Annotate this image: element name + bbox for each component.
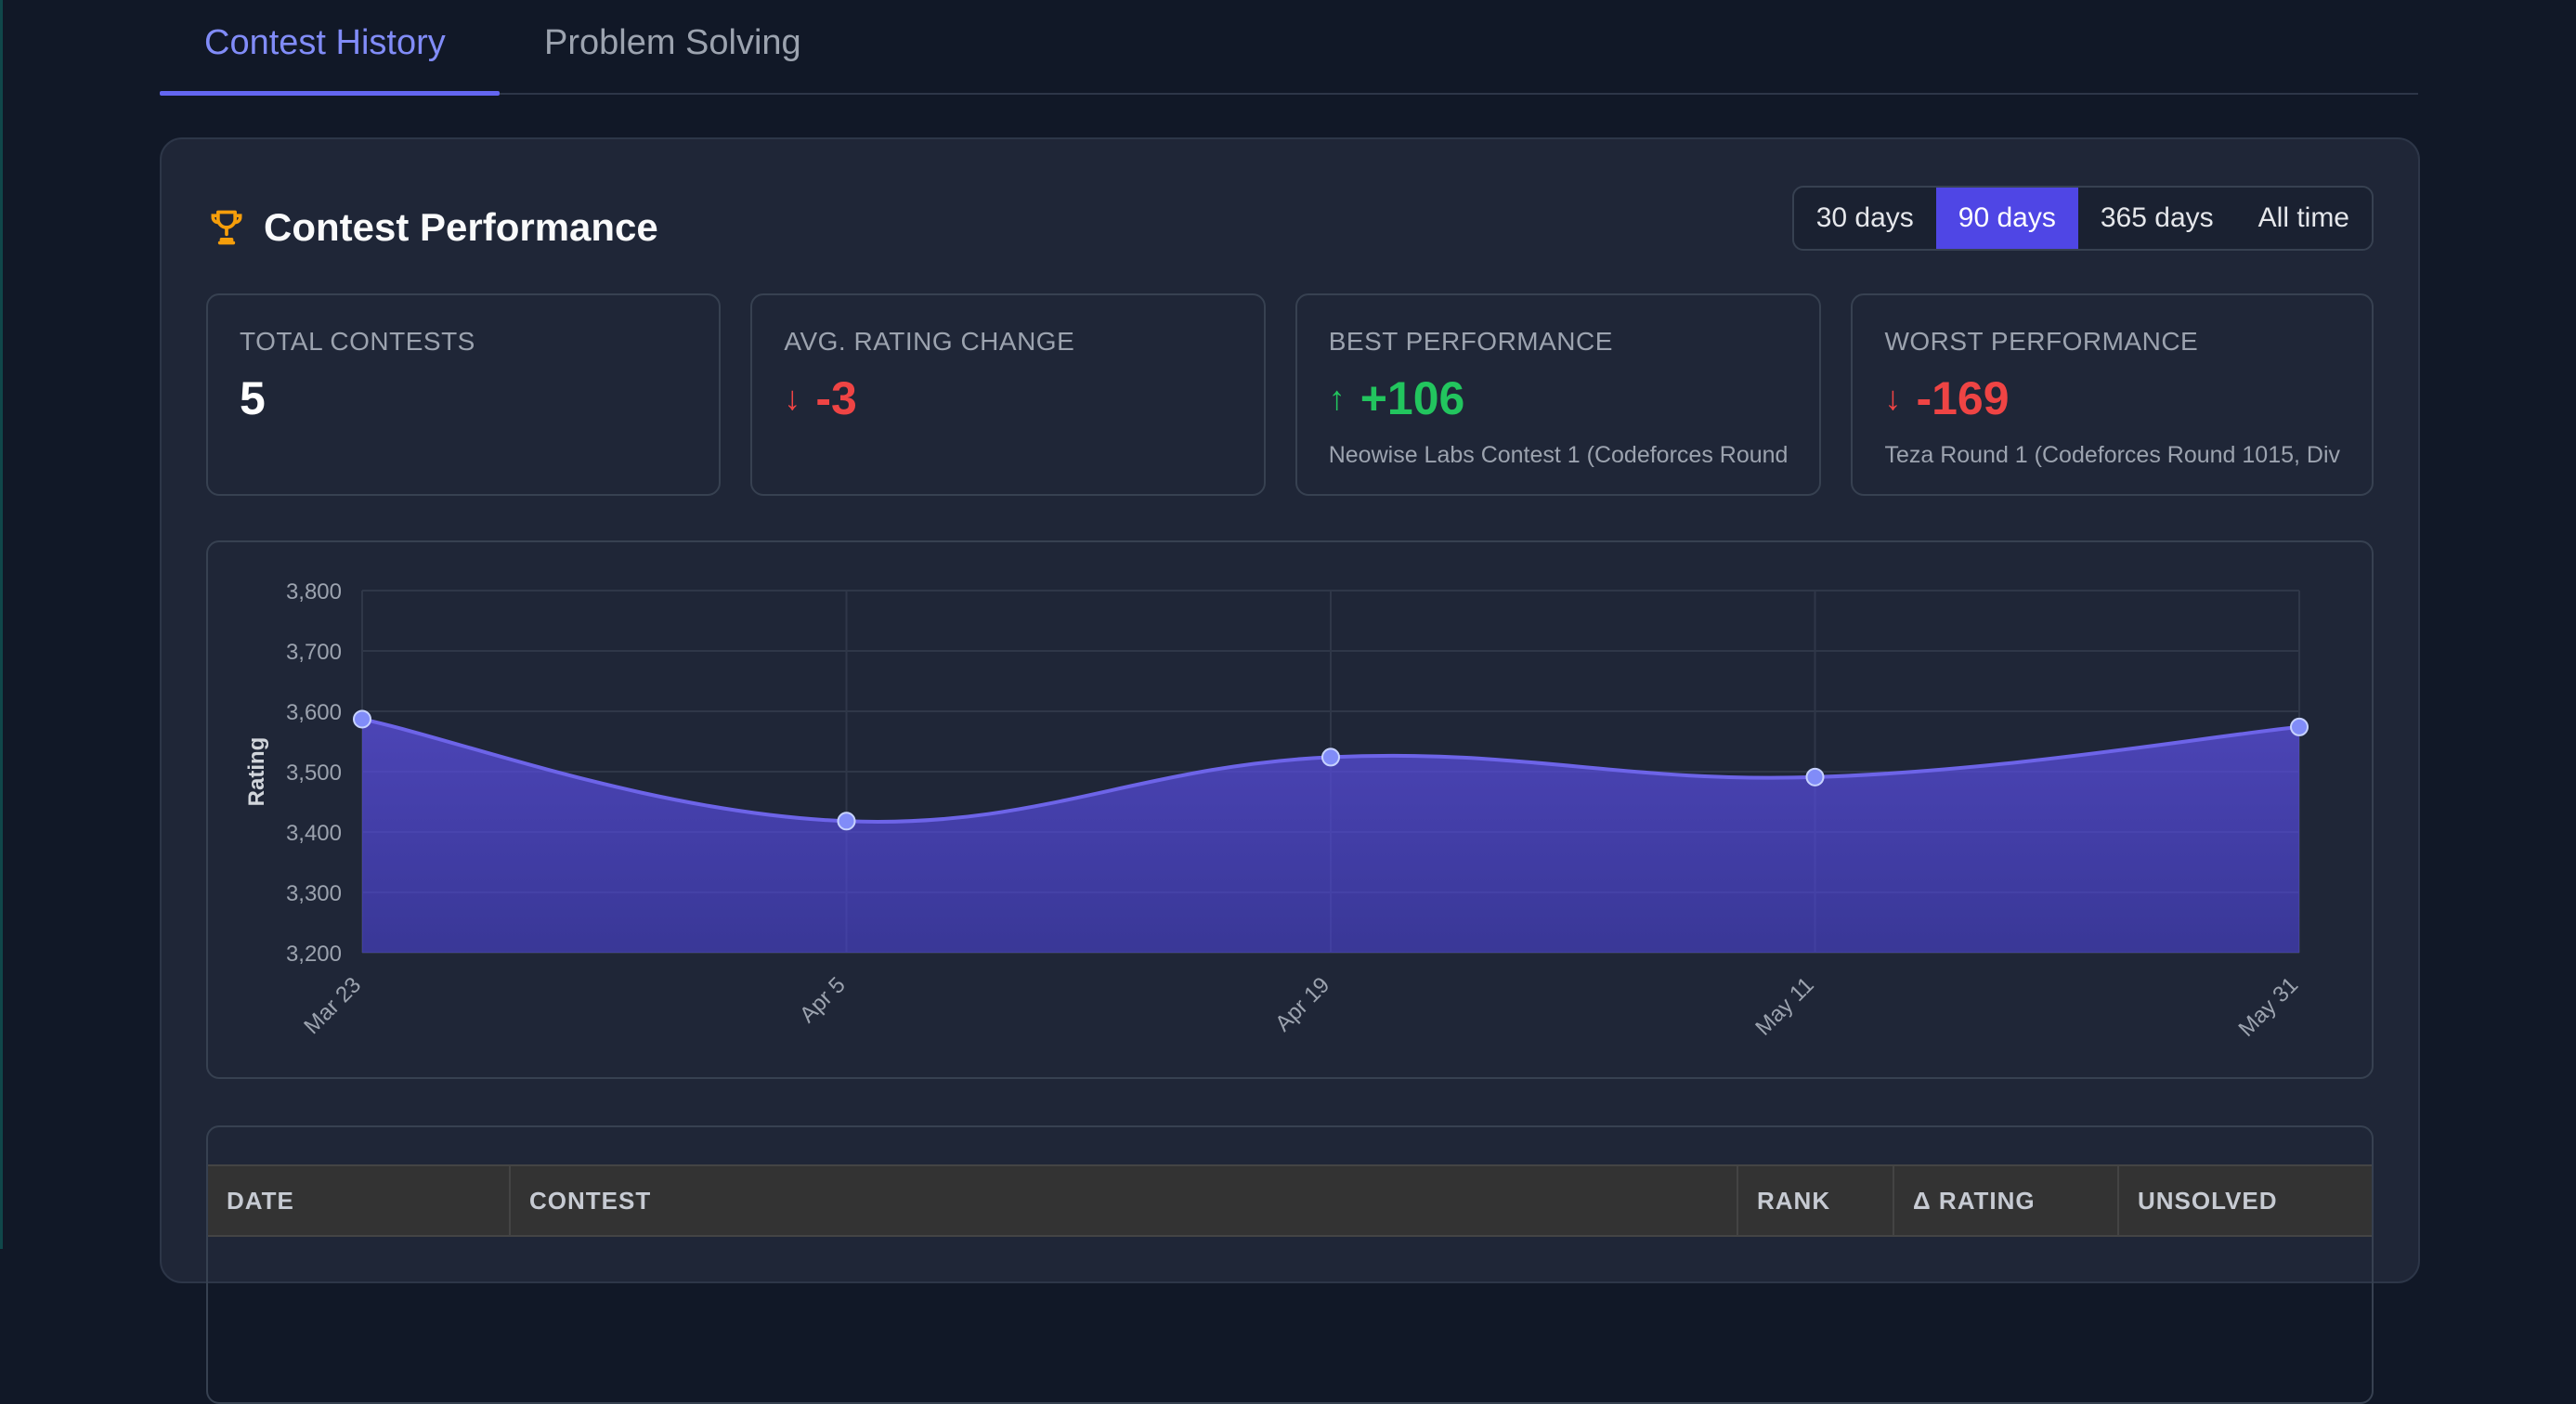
table-header: DATE CONTEST RANK Δ RATING UNSOLVED: [208, 1164, 2372, 1237]
stat-label: AVG. RATING CHANGE: [784, 327, 1075, 356]
y-tick-label: 3,400: [286, 821, 342, 846]
tab-bar: Contest History Problem Solving: [160, 0, 2418, 96]
y-tick-label: 3,200: [286, 942, 342, 967]
arrow-down-icon: ↓: [1884, 379, 1902, 417]
stat-value: 5: [240, 372, 266, 424]
y-tick-label: 3,700: [286, 640, 342, 665]
contest-table: DATE CONTEST RANK Δ RATING UNSOLVED: [206, 1125, 2374, 1404]
column-date[interactable]: DATE: [208, 1166, 511, 1235]
rating-chart: 3,200 3,300 3,400 3,500 3,600 3,700 3,800 Mar 2…: [206, 540, 2374, 1079]
stat-value: ↓ -3: [784, 372, 857, 424]
stat-value: ↑ +106: [1328, 372, 1465, 424]
range-30-days[interactable]: 30 days: [1794, 188, 1936, 249]
range-365-days[interactable]: 365 days: [2078, 188, 2236, 249]
x-tick-label: Apr 19: [1270, 972, 1334, 1036]
panel-heading: Contest Performance: [206, 195, 658, 260]
range-90-days[interactable]: 90 days: [1935, 188, 2078, 249]
arrow-down-icon: ↓: [784, 379, 801, 417]
y-tick-label: 3,600: [286, 700, 342, 725]
column-rating-change[interactable]: Δ RATING: [1894, 1166, 2119, 1235]
stat-avg-rating-change: AVG. RATING CHANGE ↓ -3: [750, 293, 1266, 496]
data-point: [1321, 748, 1340, 767]
stats-cards: TOTAL CONTESTS 5 AVG. RATING CHANGE ↓ -3…: [206, 293, 2374, 496]
x-tick-label: May 31: [2233, 972, 2303, 1042]
column-rank[interactable]: RANK: [1738, 1166, 1894, 1235]
stat-label: BEST PERFORMANCE: [1328, 327, 1613, 356]
stat-value: ↓ -169: [1884, 372, 2010, 424]
x-tick-label: Apr 5: [795, 972, 851, 1028]
stat-label: WORST PERFORMANCE: [1884, 327, 2199, 356]
data-point: [1805, 767, 1825, 786]
stat-contest-name: Teza Round 1 (Codeforces Round 1015, Div: [1884, 442, 2341, 468]
stat-total-contests: TOTAL CONTESTS 5: [206, 293, 722, 496]
y-tick-label: 3,800: [286, 579, 342, 604]
x-tick-label: Mar 23: [299, 972, 366, 1039]
stat-best-performance: BEST PERFORMANCE ↑ +106 Neowise Labs Con…: [1295, 293, 1822, 496]
trophy-icon: [211, 210, 242, 245]
y-tick-label: 3,300: [286, 881, 342, 906]
data-point: [837, 812, 856, 831]
tab-problem-solving[interactable]: Problem Solving: [544, 0, 801, 93]
time-range-selector: 30 days 90 days 365 days All time: [1791, 186, 2374, 251]
window-edge: [0, 0, 3, 1249]
stat-contest-name: Neowise Labs Contest 1 (Codeforces Round: [1328, 442, 1789, 468]
panel-title: Contest Performance: [264, 205, 658, 249]
data-point: [2290, 717, 2309, 736]
arrow-up-icon: ↑: [1328, 379, 1346, 417]
y-axis-label: Rating: [244, 737, 269, 807]
stat-worst-performance: WORST PERFORMANCE ↓ -169 Teza Round 1 (C…: [1851, 293, 2374, 496]
contest-performance-panel: Contest Performance 30 days 90 days 365 …: [160, 137, 2420, 1404]
range-all-time[interactable]: All time: [2236, 188, 2372, 249]
column-unsolved[interactable]: UNSOLVED: [2119, 1166, 2372, 1235]
x-tick-label: May 11: [1750, 972, 1818, 1040]
stat-label: TOTAL CONTESTS: [240, 327, 475, 356]
tab-contest-history[interactable]: Contest History: [204, 0, 446, 93]
active-tab-indicator: [160, 91, 500, 96]
rating-chart-svg: 3,200 3,300 3,400 3,500 3,600 3,700 3,800 Mar 2…: [244, 579, 2309, 1042]
data-point: [353, 709, 371, 729]
column-contest[interactable]: CONTEST: [511, 1166, 1738, 1235]
y-tick-label: 3,500: [286, 760, 342, 786]
main-content: Contest History Problem Solving Contest …: [160, 0, 2420, 1404]
